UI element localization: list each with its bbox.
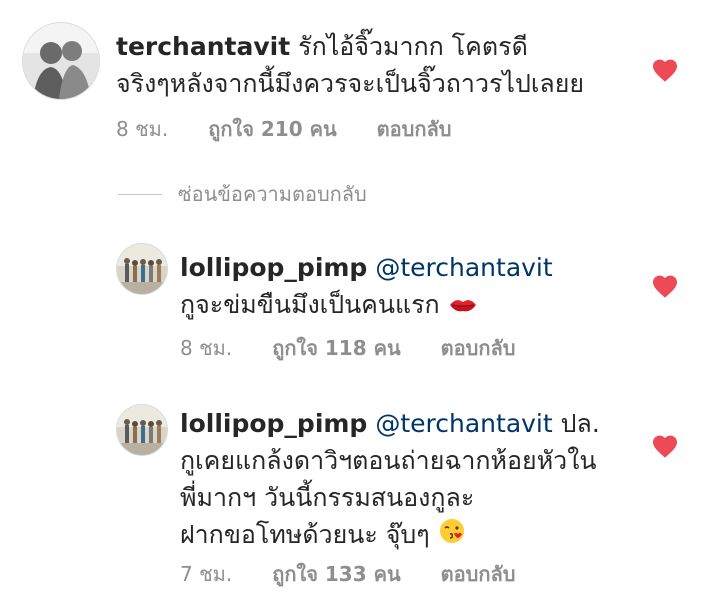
- comment-time[interactable]: 7 ชม.: [180, 562, 232, 586]
- avatar-photo-icon: [117, 244, 167, 294]
- comment-text-line4: ฝากขอโทษด้วยนะ จุ๊บๆ: [180, 520, 430, 549]
- comment-meta: 8 ชม. ถูกใจ 118 คน ตอบกลับ: [180, 332, 515, 364]
- comment-username[interactable]: lollipop_pimp: [180, 253, 367, 282]
- comment-meta: 8 ชม. ถูกใจ 210 คน ตอบกลับ: [116, 113, 451, 145]
- comment-likes[interactable]: ถูกใจ 210 คน: [208, 117, 336, 141]
- comment-time[interactable]: 8 ชม.: [180, 336, 232, 360]
- hide-replies-label: ซ่อนข้อความตอบกลับ: [178, 182, 367, 206]
- comment-body: lollipop_pimp @terchantavit กูจะข่มขืนมึง…: [180, 249, 553, 325]
- comment-text-line3: พี่มากฯ วันนี้กรรมสนองกูละ: [180, 483, 475, 512]
- reply-button[interactable]: ตอบกลับ: [377, 117, 452, 141]
- comment-meta: 7 ชม. ถูกใจ 133 คน ตอบกลับ: [180, 558, 515, 590]
- comment-text-line1: รักไอ้จิ๊วมากก โคตรดี: [298, 32, 528, 61]
- comment-text-line2: กูจะข่มขืนมึงเป็นคนแรก: [180, 290, 440, 319]
- avatar-lollipop-pimp[interactable]: [116, 243, 168, 295]
- avatar-lollipop-pimp[interactable]: [116, 404, 168, 456]
- reply-button[interactable]: ตอบกลับ: [441, 562, 516, 586]
- avatar-terchantavit[interactable]: [22, 22, 100, 100]
- hide-replies-button[interactable]: ซ่อนข้อความตอบกลับ: [118, 180, 367, 208]
- reply-button[interactable]: ตอบกลับ: [441, 336, 516, 360]
- avatar-photo-icon: [23, 23, 99, 99]
- hide-replies-divider: [118, 193, 162, 195]
- comment-time[interactable]: 8 ชม.: [116, 117, 168, 141]
- comment-likes[interactable]: ถูกใจ 118 คน: [272, 336, 400, 360]
- comment-username[interactable]: terchantavit: [116, 32, 290, 61]
- avatar-photo-icon: [117, 405, 167, 455]
- comment-likes[interactable]: ถูกใจ 133 คน: [272, 562, 400, 586]
- heart-icon[interactable]: [651, 57, 679, 83]
- heart-icon[interactable]: [651, 273, 679, 299]
- mention-link[interactable]: @terchantavit: [375, 253, 552, 282]
- heart-icon[interactable]: [651, 433, 679, 459]
- comment-body: terchantavit รักไอ้จิ๊วมากก โคตรดี จริงๆห…: [116, 28, 584, 102]
- kiss-mark-icon: [448, 288, 478, 325]
- comment-body: lollipop_pimp @terchantavit ปล. กูเคยแกล้…: [180, 405, 600, 555]
- mention-link[interactable]: @terchantavit: [375, 409, 552, 438]
- face-blowing-kiss-icon: [438, 517, 466, 555]
- comment-username[interactable]: lollipop_pimp: [180, 409, 367, 438]
- comment-text-line1: ปล.: [552, 409, 600, 438]
- comment-text-line2: กูเคยแกล้งดาวิฯตอนถ่ายฉากห้อยหัวใน: [180, 446, 597, 475]
- comment-text-line2: จริงๆหลังจากนี้มึงควรจะเป็นจิ๊วถาวรไปเลย…: [116, 69, 585, 98]
